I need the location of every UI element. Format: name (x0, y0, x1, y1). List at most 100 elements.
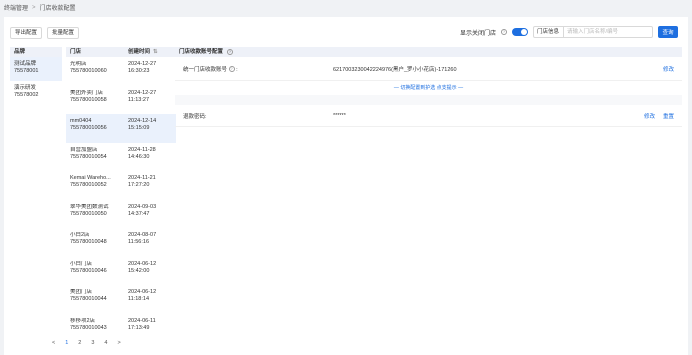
created-time: 16:30:23 (128, 68, 150, 74)
breadcrumb: 终端管理 > 门店收款配置 (4, 3, 76, 13)
store-code: 755780010060 (70, 68, 107, 74)
main-panel: 导出配置 批量配置 显示关闭门店 ? 门店信息 请输入门店名称/编号 查询 品牌… (4, 17, 688, 355)
show-closed-label: 显示关闭门店 (459, 30, 496, 37)
account-row: 统一门店收款账号 ? : 621700323004222497​6(黑户_罗小小… (175, 57, 682, 81)
store-name: Kemai Wareho... (70, 175, 111, 181)
pagination: < 1 2 3 4 > (52, 340, 121, 346)
divider (175, 95, 682, 105)
next-page-icon[interactable]: > (117, 340, 120, 346)
page-2[interactable]: 2 (78, 340, 81, 346)
created-date: 2024-06-12 (128, 260, 157, 267)
created-time: 15:15:09 (128, 125, 150, 131)
query-button[interactable]: 查询 (658, 26, 678, 38)
detail-header: 门店收款账号配置 ? (175, 47, 682, 57)
store-list: 门店 创建时间 ⇅ 光明店 755780010060 2024-12-27 16:30… (66, 47, 176, 342)
store-row[interactable]: mm0404 755780010056 2024-12-14 15:15:09 (66, 114, 176, 143)
store-name: 移移项2店 (70, 317, 96, 324)
breadcrumb-separator: > (32, 4, 36, 11)
brand-header: 品牌 (10, 47, 62, 57)
store-code: 755780010052 (70, 182, 107, 188)
help-icon[interactable]: ? (228, 66, 235, 73)
account-edit-link[interactable]: 修改 (663, 65, 674, 73)
created-date: 2024-06-11 (128, 317, 156, 324)
help-icon[interactable]: ? (501, 29, 507, 35)
created-time: 11:56:16 (128, 239, 150, 245)
store-code: 755780010048 (70, 239, 107, 245)
store-col-header: 门店 (70, 49, 82, 55)
store-row[interactable]: 光明店 755780010060 2024-12-27 16:30:23 (66, 57, 176, 86)
created-date: 2024-08-07 (128, 232, 157, 238)
search-input[interactable]: 请输入门店名称/编号 (564, 27, 652, 37)
page-3[interactable]: 3 (91, 340, 94, 346)
store-row[interactable]: 美团门店 755780010044 2024-06-12 11:18:14 (66, 285, 176, 314)
store-row[interactable]: 小白2店 755780010048 2024-08-07 11:56:16 (66, 228, 176, 257)
created-date: 2024-12-27 (128, 89, 157, 96)
prev-page-icon[interactable]: < (52, 340, 55, 346)
account-value: 621700323004222497​6(黑户_罗小小花店)-171260 (333, 66, 457, 73)
created-time: 15:42:00 (128, 267, 150, 274)
store-row[interactable]: 小白门店 755780010046 2024-06-12 15:42:00 (66, 257, 176, 286)
store-name: 小白门店 (70, 260, 93, 267)
store-code: 755780010056 (70, 125, 107, 131)
store-code: 755780010046 (70, 267, 107, 274)
store-name: 美团门店 (70, 289, 93, 295)
search-group: 门店信息 请输入门店名称/编号 (533, 26, 653, 38)
created-time: 11:13:27 (128, 96, 150, 103)
brand-list: 品牌 测试品牌 75578001 演示研发 75578002 (10, 47, 62, 105)
page-4[interactable]: 4 (104, 340, 107, 346)
account-label: 统一门店收款账号 ? : (183, 66, 238, 73)
created-date: 2024-12-14 (128, 118, 157, 124)
sort-icon[interactable]: ⇅ (153, 47, 158, 57)
detail-title: 门店收款账号配置 (179, 49, 224, 55)
store-row[interactable]: 翠华美团数测试 755780010050 2024-09-03 14:37:47 (66, 200, 176, 229)
created-time: 11:18:14 (128, 296, 150, 302)
brand-id: 75578002 (14, 92, 39, 98)
toolbar: 导出配置 批量配置 (10, 27, 80, 39)
refund-reset-link[interactable]: 重置 (663, 112, 674, 120)
store-code: 755780010054 (70, 153, 107, 160)
refund-value: ****** (333, 112, 346, 119)
created-date: 2024-12-27 (128, 61, 157, 67)
filter-select[interactable]: 门店信息 (534, 27, 564, 37)
created-time: 14:46:30 (128, 153, 150, 160)
detail-panel: 门店收款账号配置 ? 统一门店收款账号 ? : 6217003230042224… (175, 47, 682, 127)
store-row[interactable]: 移移项2店 755780010043 2024-06-11 17:13:49 (66, 314, 176, 343)
created-date: 2024-11-28 (128, 146, 156, 153)
store-name: 光明店 (70, 61, 87, 67)
created-time: 17:13:49 (128, 324, 150, 331)
page-1[interactable]: 1 (65, 340, 68, 346)
brand-name: 演示研发 (14, 85, 37, 91)
store-code: 755780010058 (70, 96, 107, 103)
brand-item[interactable]: 测试品牌 75578001 (10, 57, 62, 81)
store-row[interactable]: 自营加盟店 755780010054 2024-11-28 14:46:30 (66, 143, 176, 172)
created-time: 17:27:20 (128, 182, 150, 188)
brand-item[interactable]: 演示研发 75578002 (10, 81, 62, 105)
store-row[interactable]: 美团外卖门店 755780010058 2024-12-27 11:13:27 (66, 86, 176, 115)
created-date: 2024-11-21 (128, 175, 156, 181)
export-config-button[interactable]: 导出配置 (10, 27, 43, 39)
filter-bar: 显示关闭门店 ? 门店信息 请输入门店名称/编号 查询 (460, 26, 678, 38)
refund-edit-link[interactable]: 修改 (644, 112, 655, 120)
batch-config-button[interactable]: 批量配置 (47, 27, 80, 39)
breadcrumb-root[interactable]: 终端管理 (4, 3, 28, 12)
store-name: 小白2店 (70, 232, 90, 238)
help-icon[interactable]: ? (227, 49, 234, 55)
switch-links[interactable]: — 切换配置到护选 点支提示 — (175, 81, 682, 95)
show-closed-toggle[interactable] (512, 28, 528, 36)
refund-row: 退款密码: ****** 修改 重置 (175, 105, 682, 127)
store-header: 门店 创建时间 ⇅ (66, 47, 176, 57)
created-date: 2024-09-03 (128, 203, 157, 210)
created-time: 14:37:47 (128, 210, 150, 217)
breadcrumb-current: 门店收款配置 (39, 6, 76, 12)
created-date: 2024-06-12 (128, 289, 157, 295)
brand-id: 75578001 (14, 68, 39, 74)
store-name: 美团外卖门店 (70, 89, 104, 96)
refund-label: 退款密码: (183, 113, 207, 120)
store-code: 755780010043 (70, 324, 107, 331)
store-code: 755780010050 (70, 210, 107, 217)
store-name: 翠华美团数测试 (70, 203, 109, 210)
store-name: mm0404 (70, 118, 92, 124)
brand-name: 测试品牌 (14, 61, 37, 67)
store-row[interactable]: Kemai Wareho... 755780010052 2024-11-21 17:… (66, 171, 176, 200)
created-col-header: 创建时间 (128, 49, 151, 55)
